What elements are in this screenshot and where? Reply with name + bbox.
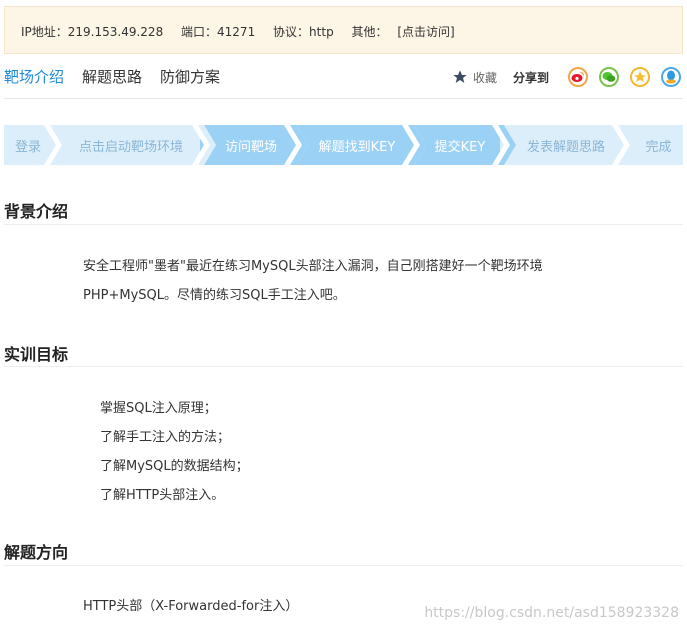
qq-share-icon[interactable] [661,67,681,87]
step-start-environment[interactable]: 点击启动靶场环境 [52,125,200,165]
share-label: 分享到 [512,70,549,85]
watermark-text: https://blog.csdn.net/asd158923328 [424,605,679,621]
goals-divider [4,366,683,367]
step-complete-label: 完成 [645,139,672,155]
background-line-2: PHP+MySQL。尽情的练习SQL手工注入吧。 [83,288,346,303]
progress-steps: 登录 点击启动靶场环境 访问靶场 解题找到KEY 提交KEY 发表解题思路 完成 [4,125,683,165]
favorite-button[interactable]: 收藏 [452,69,497,86]
direction-divider [4,565,683,566]
direction-text: HTTP头部（X-Forwarded-for注入） [83,592,298,621]
tabs-divider [4,98,683,99]
background-line-1: 安全工程师"墨者"最近在练习MySQL头部注入漏洞，自己刚搭建好一个靶场环境 [83,259,543,274]
background-divider [4,224,683,225]
content-tabs: 靶场介绍 解题思路 防御方案 [4,64,220,90]
tab-range-intro[interactable]: 靶场介绍 [4,64,64,90]
share-bar: 收藏 分享到 [452,64,681,90]
step-find-key[interactable]: 解题找到KEY [292,125,410,165]
step-visit-range-label: 访问靶场 [224,139,277,155]
step-start-environment-label: 点击启动靶场环境 [78,139,183,155]
protocol-text: 协议：http [273,25,334,39]
visit-link[interactable]: [点击访问] [397,25,454,39]
background-text: 安全工程师"墨者"最近在练习MySQL头部注入漏洞，自己刚搭建好一个靶场环境 P… [83,252,543,310]
goal-item: 了解MySQL的数据结构； [100,459,249,474]
step-submit-key[interactable]: 提交KEY [410,125,500,165]
direction-line: HTTP头部（X-Forwarded-for注入） [83,599,299,614]
goals-list: 掌握SQL注入原理； 了解手工注入的方法； 了解MySQL的数据结构； 了解HT… [100,394,249,510]
step-visit-range[interactable]: 访问靶场 [200,125,292,165]
goals-title: 实训目标 [4,345,69,364]
wechat-share-icon[interactable] [599,67,619,87]
direction-title: 解题方向 [4,543,69,562]
goal-item: 掌握SQL注入原理； [100,401,217,416]
port-text: 端口：41271 [181,25,256,39]
step-submit-key-label: 提交KEY [434,139,486,155]
background-title: 背景介绍 [4,202,69,221]
ip-address-text: IP地址：219.153.49.228 [21,25,164,39]
goal-item: 了解HTTP头部注入。 [100,488,225,503]
star-icon [453,70,467,83]
favorite-label: 收藏 [472,70,497,85]
step-complete[interactable]: 完成 [620,125,683,165]
step-login-label: 登录 [14,139,41,155]
step-login[interactable]: 登录 [4,125,52,165]
weibo-share-icon[interactable] [568,67,588,87]
tab-defense-plan[interactable]: 防御方案 [160,64,220,90]
step-publish-solution[interactable]: 发表解题思路 [500,125,620,165]
target-info-bar: IP地址：219.153.49.228 端口：41271 协议：http 其他：… [4,6,683,54]
qzone-share-icon[interactable] [630,67,650,87]
tab-solution-ideas[interactable]: 解题思路 [82,64,142,90]
step-publish-solution-label: 发表解题思路 [526,139,605,155]
target-info-text: IP地址：219.153.49.228 端口：41271 协议：http 其他：… [21,23,469,40]
other-label: 其他： [351,25,388,39]
goal-item: 了解手工注入的方法； [100,430,231,445]
step-find-key-label: 解题找到KEY [318,139,396,155]
